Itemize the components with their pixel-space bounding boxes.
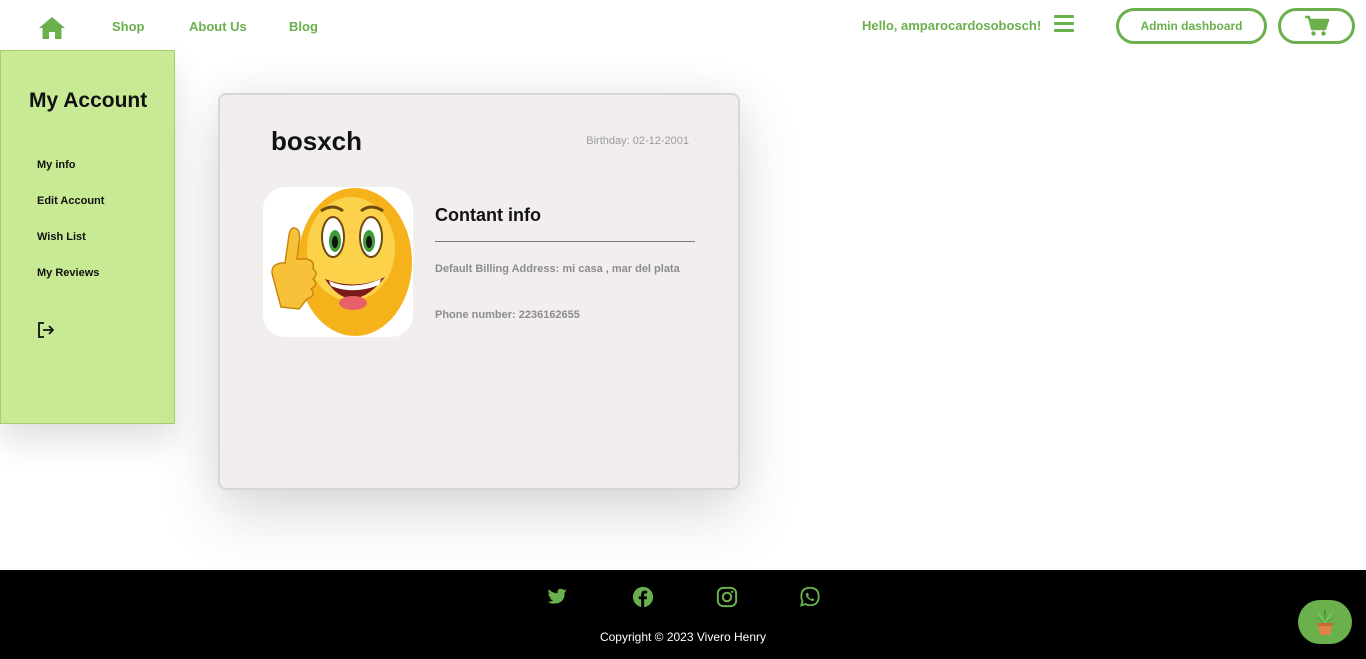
contact-divider: [435, 241, 695, 242]
instagram-icon[interactable]: [716, 586, 738, 608]
facebook-icon[interactable]: [632, 586, 654, 608]
hamburger-menu-icon[interactable]: [1054, 15, 1074, 33]
contact-info-title: Contant info: [435, 205, 541, 225]
home-icon[interactable]: [38, 16, 66, 40]
phone-number: Phone number: 2236162655: [435, 309, 580, 321]
user-greeting: Hello, amparocardosobosch!: [862, 18, 1042, 33]
profile-card: bosxch Birthday: 02-12-2001 Contant info: [218, 93, 740, 490]
sidebar-item-edit-account[interactable]: Edit Account: [37, 195, 104, 207]
nav-link-blog[interactable]: Blog: [289, 19, 318, 34]
avatar: [263, 187, 413, 337]
username: bosxch: [271, 126, 363, 156]
twitter-icon[interactable]: [546, 586, 568, 608]
cart-button[interactable]: [1278, 8, 1355, 44]
sidebar-item-my-info[interactable]: My info: [37, 159, 76, 171]
birthday-text: Birthday: 02-12-2001: [586, 135, 689, 147]
sidebar-title: My Account: [29, 89, 148, 112]
account-sidebar: My Account My info Edit Account Wish Lis…: [0, 50, 175, 424]
top-nav: Shop About Us Blog Hello, amparocardosob…: [0, 0, 1366, 52]
cart-icon: [1304, 15, 1329, 36]
nav-link-shop[interactable]: Shop: [112, 19, 145, 34]
admin-dashboard-button[interactable]: Admin dashboard: [1116, 8, 1267, 44]
whatsapp-icon[interactable]: [799, 586, 821, 608]
plant-icon: [1314, 610, 1336, 635]
footer: Copyright © 2023 Vivero Henry: [0, 570, 1366, 659]
sidebar-item-wish-list[interactable]: Wish List: [37, 231, 86, 243]
logout-icon[interactable]: [37, 321, 55, 339]
copyright-text: Copyright © 2023 Vivero Henry: [599, 630, 767, 644]
sidebar-item-my-reviews[interactable]: My Reviews: [37, 267, 99, 279]
billing-address: Default Billing Address: mi casa , mar d…: [435, 263, 680, 275]
smiley-thumbs-up-avatar: [271, 188, 412, 336]
nav-link-about-us[interactable]: About Us: [189, 19, 247, 34]
plant-chat-button[interactable]: [1298, 600, 1352, 644]
